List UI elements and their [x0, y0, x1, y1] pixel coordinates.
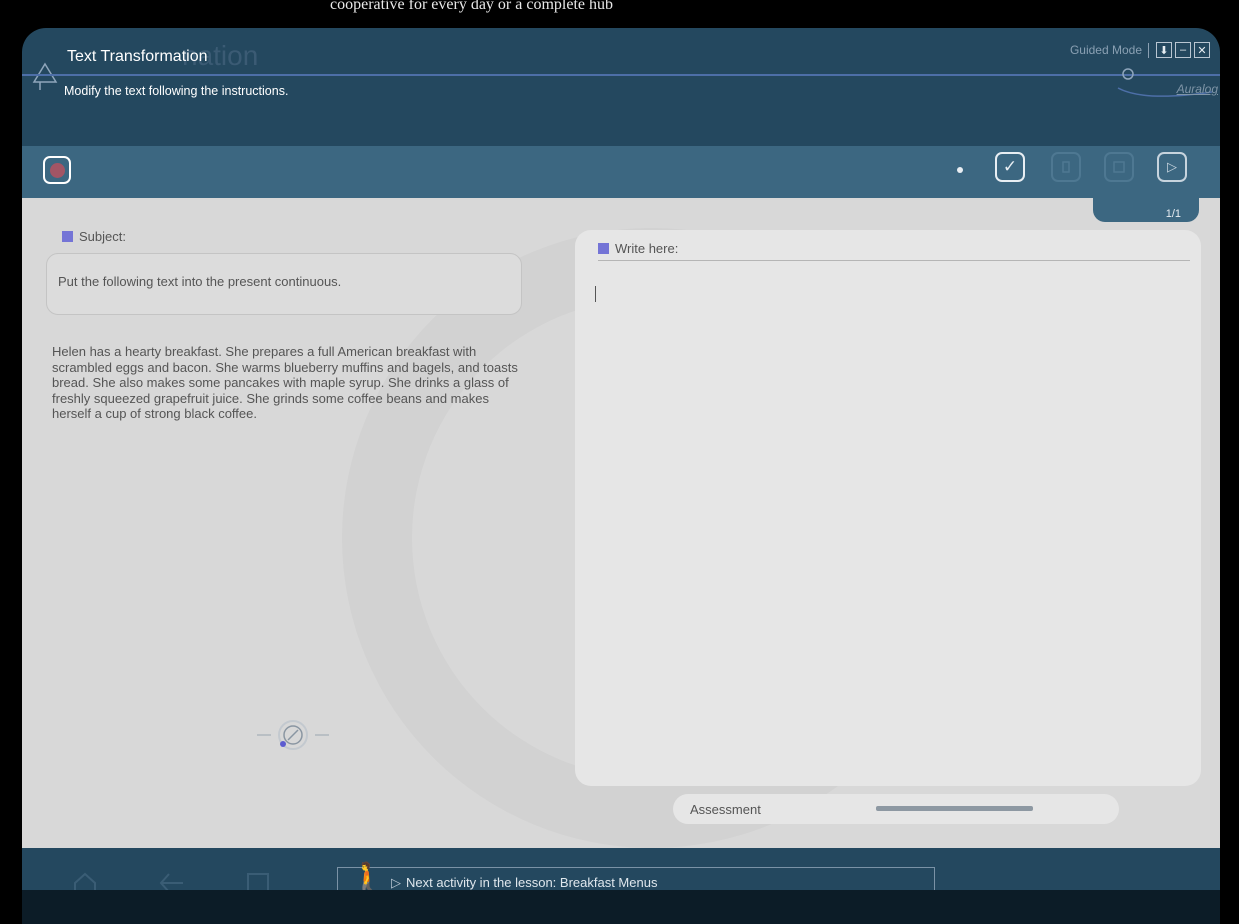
- check-button[interactable]: ✓: [995, 152, 1025, 182]
- outer-banner: cooperative for every day or a complete …: [0, 0, 1239, 28]
- page-indicator-text: 1/1: [1165, 208, 1181, 220]
- assessment-panel: Assessment: [673, 794, 1119, 824]
- record-button[interactable]: [43, 156, 71, 184]
- media-player-icon[interactable]: [255, 716, 345, 756]
- mode-separator: [1148, 42, 1149, 58]
- subject-label: Subject:: [79, 229, 126, 244]
- exercise-area: 1/1 Subject: Put the following text into…: [22, 198, 1220, 848]
- next-button[interactable]: ▷: [1157, 152, 1187, 182]
- bottom-strip: [22, 890, 1220, 924]
- next-activity-row: ▷ Next activity in the lesson: Breakfast …: [391, 875, 657, 891]
- download-icon[interactable]: ⬇: [1156, 42, 1172, 58]
- assessment-label: Assessment: [690, 802, 761, 817]
- answer-heading: Write here:: [598, 241, 1190, 261]
- answer-square-icon: [598, 243, 609, 254]
- source-passage: Helen has a hearty breakfast. She prepar…: [52, 344, 518, 421]
- brand-logo: Auralog: [1176, 82, 1218, 96]
- text-cursor: [595, 286, 596, 302]
- guided-mode-label[interactable]: Guided Mode: [1070, 43, 1142, 57]
- minimize-icon[interactable]: –: [1175, 42, 1191, 58]
- app-window: nation Text Transformation Modify the te…: [22, 28, 1220, 924]
- solution-button[interactable]: [1104, 152, 1134, 182]
- logo-triangle-icon: [32, 62, 58, 90]
- instruction-text: Put the following text into the present …: [58, 274, 342, 289]
- page-title: Text Transformation: [67, 48, 208, 65]
- page-subtitle: Modify the text following the instructio…: [64, 84, 289, 98]
- subject-square-icon: [62, 231, 73, 242]
- toolbar: ✓ ▷: [22, 146, 1220, 198]
- hint-button[interactable]: [1051, 152, 1081, 182]
- status-dot: [957, 167, 963, 173]
- record-icon: [49, 162, 65, 178]
- next-activity-label: Next activity in the lesson: Breakfast M…: [406, 875, 658, 890]
- subject-heading: Subject:: [62, 229, 126, 244]
- close-icon[interactable]: ✕: [1194, 42, 1210, 58]
- answer-panel[interactable]: Write here:: [575, 230, 1201, 786]
- answer-label: Write here:: [615, 241, 679, 256]
- assessment-bar: [876, 806, 1033, 811]
- instruction-box: Put the following text into the present …: [46, 253, 522, 315]
- window-controls: Guided Mode ⬇ – ✕: [1070, 42, 1210, 58]
- outer-banner-text: cooperative for every day or a complete …: [330, 0, 613, 13]
- solution-icon: [1113, 161, 1125, 173]
- play-arrow-icon: ▷: [391, 875, 401, 890]
- header-divider: [22, 74, 1220, 76]
- page-indicator: 1/1: [1093, 198, 1199, 222]
- hint-icon: [1062, 161, 1070, 173]
